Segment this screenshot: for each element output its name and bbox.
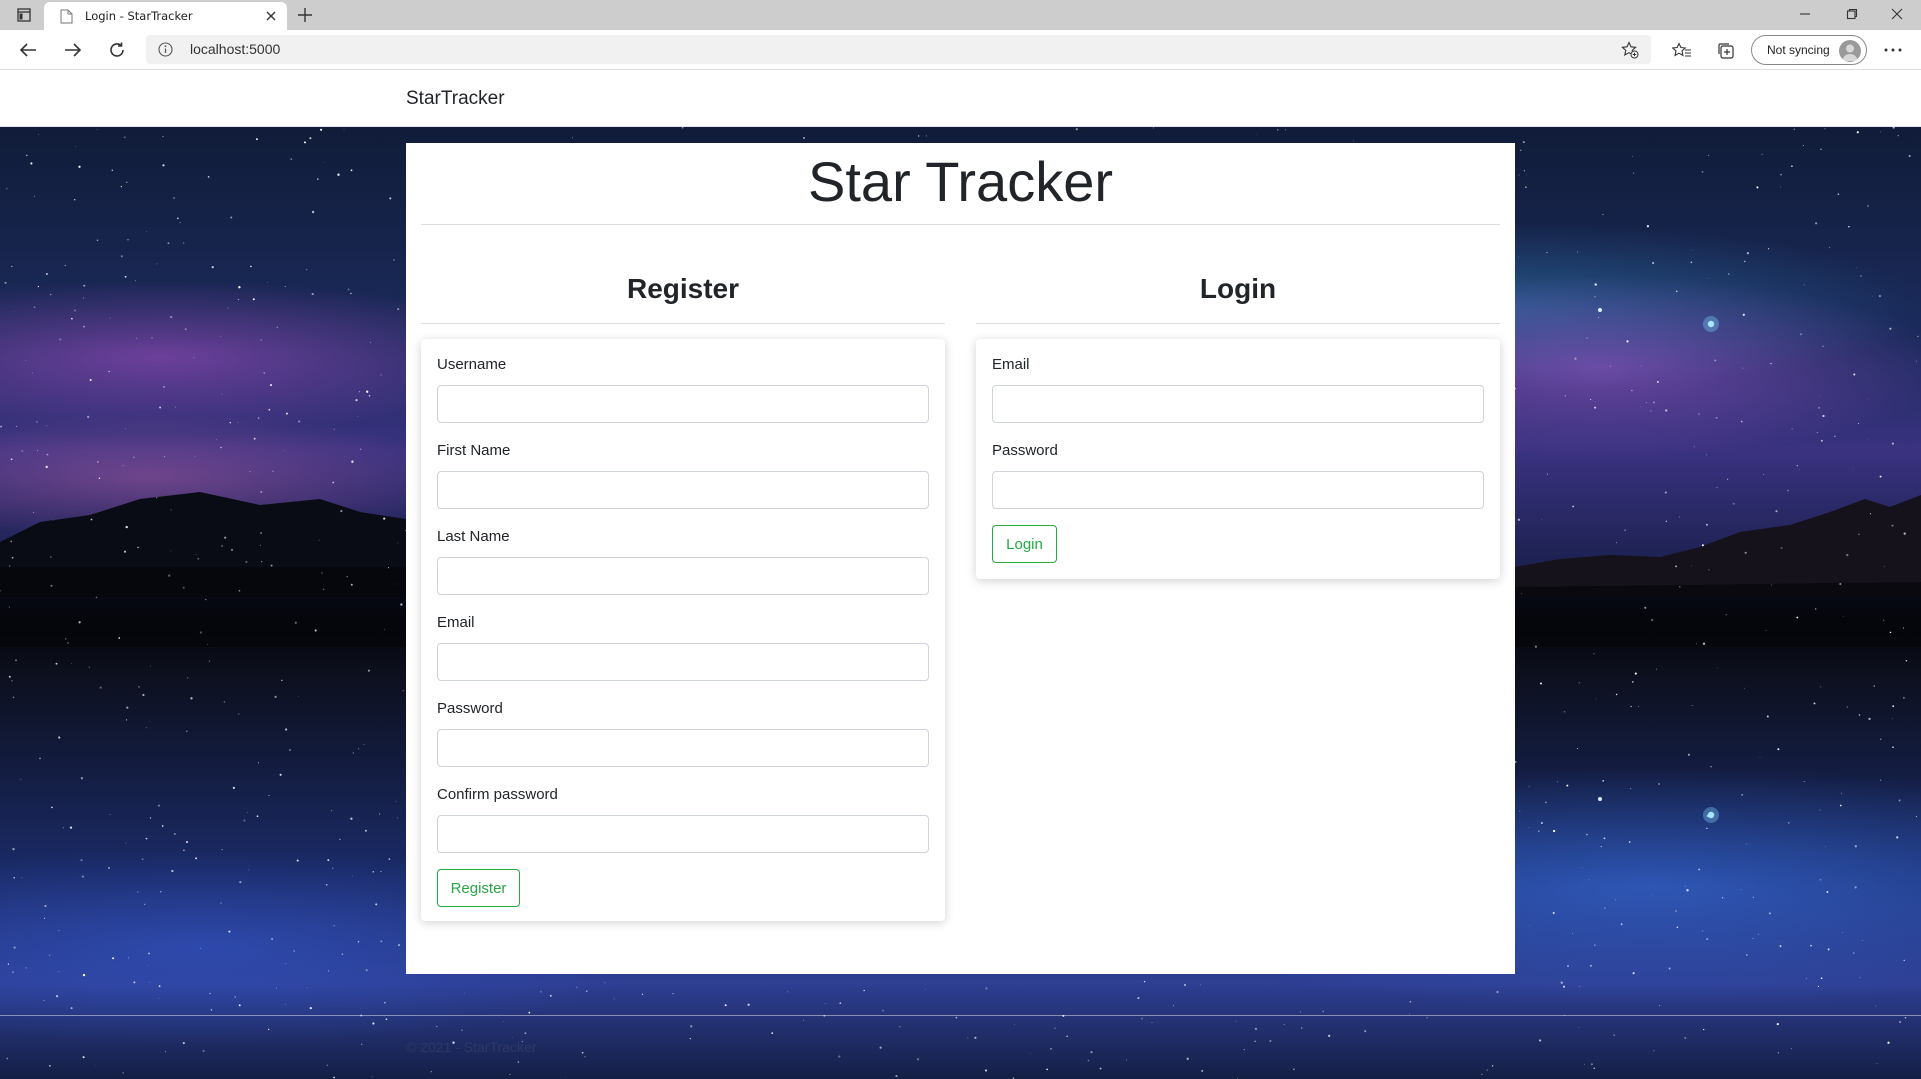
more-icon[interactable] — [1880, 40, 1906, 60]
login-divider — [976, 323, 1500, 324]
url-text: localhost:5000 — [190, 41, 281, 57]
tab-actions-icon[interactable] — [14, 6, 34, 24]
confirm-password-input[interactable] — [437, 815, 929, 853]
first-name-label: First Name — [437, 442, 511, 459]
register-divider — [421, 323, 945, 324]
profile-sync-button[interactable]: Not syncing — [1751, 35, 1867, 65]
browser-toolbar: localhost:5000 Not syncing — [0, 30, 1921, 70]
confirm-password-label: Confirm password — [437, 786, 558, 803]
minimize-icon[interactable] — [1794, 4, 1816, 24]
collections-icon[interactable] — [1715, 40, 1737, 62]
close-icon[interactable] — [263, 8, 279, 24]
page-title: Star Tracker — [808, 150, 1113, 213]
login-password-label: Password — [992, 442, 1058, 459]
register-email-label: Email — [437, 614, 475, 631]
username-label: Username — [437, 356, 507, 373]
tab-title: Login - StarTracker — [85, 9, 193, 23]
info-icon[interactable] — [158, 42, 173, 57]
register-form: Username First Name Last Name Email Pass… — [421, 339, 945, 921]
plus-icon[interactable] — [296, 6, 314, 24]
login-email-label: Email — [992, 356, 1030, 373]
browser-tab-strip: Login - StarTracker — [0, 0, 1921, 30]
back-arrow-icon[interactable] — [17, 40, 39, 60]
register-button[interactable]: Register — [437, 869, 520, 907]
browser-tab-active[interactable]: Login - StarTracker — [44, 2, 287, 30]
register-password-input[interactable] — [437, 729, 929, 767]
first-name-input[interactable] — [437, 471, 929, 509]
navbar-brand[interactable]: StarTracker — [406, 88, 505, 110]
register-email-input[interactable] — [437, 643, 929, 681]
document-icon — [60, 9, 73, 24]
login-button[interactable]: Login — [992, 525, 1057, 563]
star-add-icon[interactable] — [1621, 41, 1639, 59]
restore-icon[interactable] — [1841, 4, 1863, 24]
close-window-icon[interactable] — [1886, 4, 1908, 24]
register-heading: Register — [626, 273, 740, 304]
register-password-label: Password — [437, 700, 503, 717]
username-input[interactable] — [437, 385, 929, 423]
last-name-input[interactable] — [437, 557, 929, 595]
footer-divider — [0, 1015, 1921, 1016]
forward-arrow-icon[interactable] — [62, 40, 84, 60]
main-content-card: Star Tracker Register Username First Nam… — [406, 143, 1515, 974]
favorites-icon[interactable] — [1671, 40, 1693, 62]
login-heading: Login — [1199, 273, 1277, 304]
address-bar[interactable]: localhost:5000 — [146, 35, 1651, 64]
page-viewport: StarTracker Star Tracker Register Userna… — [0, 71, 1921, 1079]
last-name-label: Last Name — [437, 528, 510, 545]
footer-copyright: © 2021 - StarTracker — [406, 1039, 537, 1055]
login-email-input[interactable] — [992, 385, 1484, 423]
title-divider — [421, 224, 1500, 225]
refresh-icon[interactable] — [106, 40, 128, 60]
login-password-input[interactable] — [992, 471, 1484, 509]
avatar-icon — [1839, 40, 1861, 62]
sync-label: Not syncing — [1767, 43, 1830, 57]
site-navbar: StarTracker — [0, 71, 1921, 127]
login-form: Email Password Login — [976, 339, 1500, 579]
